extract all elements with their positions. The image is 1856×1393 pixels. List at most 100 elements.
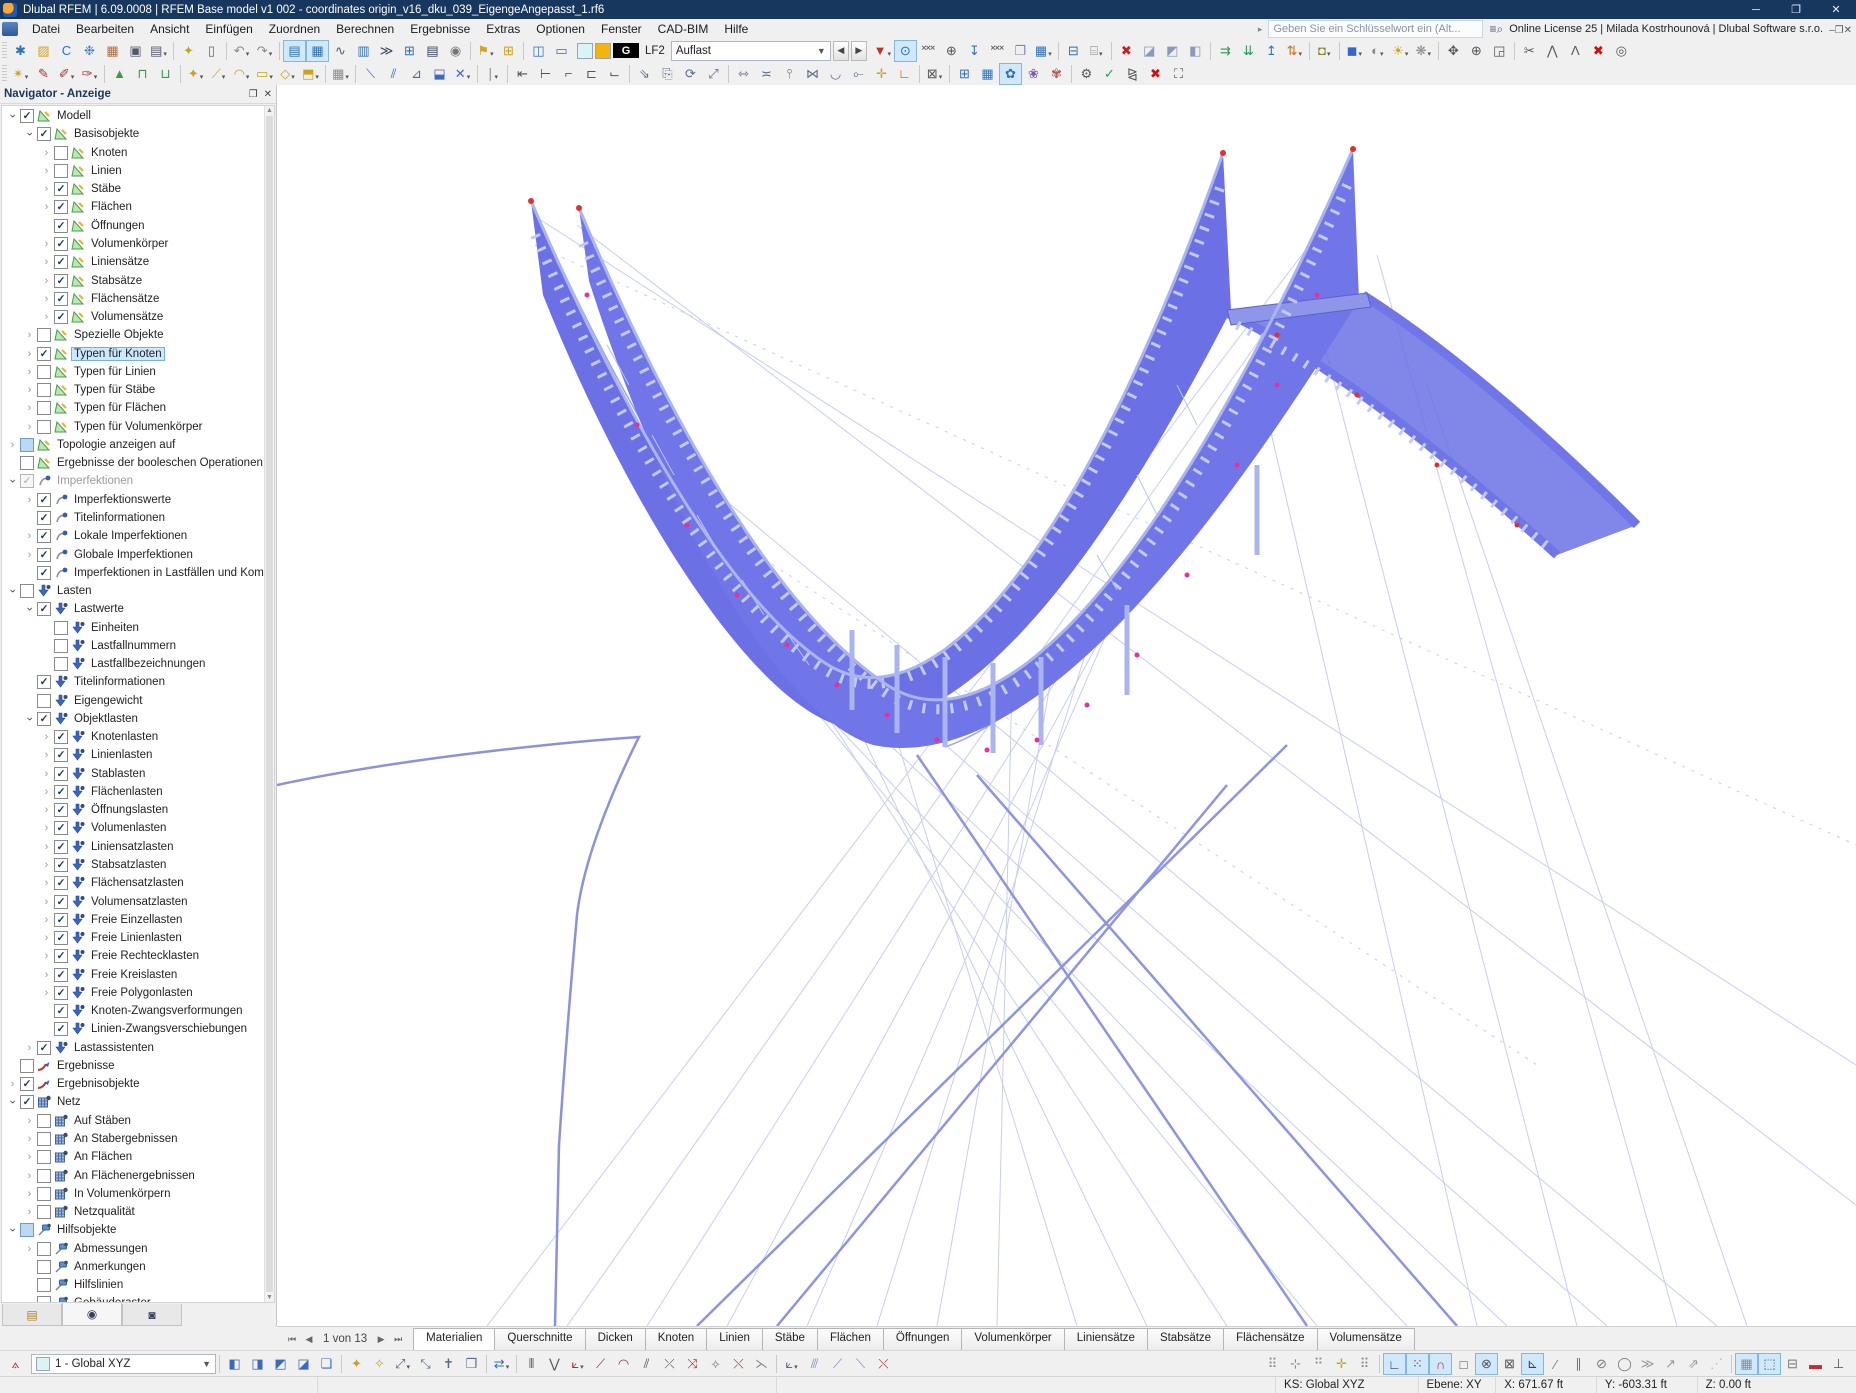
visibility-checkbox[interactable]	[54, 803, 68, 818]
arrow3-snap-icon[interactable]: ⇗	[1682, 1353, 1705, 1375]
scroll-down-icon[interactable]: ▼	[265, 1293, 274, 1302]
grid-pts-icon[interactable]: ⠿	[1353, 1353, 1376, 1375]
expand-icon[interactable]: ›	[6, 1079, 19, 1090]
tree-item-imperfektionswerte[interactable]: › Imperfektionswerte	[2, 491, 265, 509]
menu-berechnen[interactable]: Berechnen	[328, 20, 402, 38]
tree-item-lastfallnummern[interactable]: Lastfallnummern	[2, 637, 265, 655]
visibility-checkbox[interactable]	[37, 1040, 51, 1055]
line-icon[interactable]: ⟋	[589, 1353, 612, 1375]
visibility-checkbox[interactable]	[54, 620, 68, 635]
frame3-icon[interactable]: ⌙	[603, 63, 626, 85]
select-node-icon[interactable]: ✴ ▾	[9, 63, 32, 85]
tree-item-liniensatzlasten[interactable]: › Liniensatzlasten	[2, 838, 265, 856]
spray-icon[interactable]: ❋ ▾	[1412, 40, 1435, 62]
tree-item-typen-für-knoten[interactable]: › Typen für Knoten	[2, 344, 265, 362]
tree-item-lastfallbezeichnungen[interactable]: Lastfallbezeichnungen	[2, 655, 265, 673]
prev-page-icon[interactable]: ◀	[302, 1334, 316, 1345]
connect-icon[interactable]: ≍	[755, 63, 778, 85]
tree-item-lasten[interactable]: › Lasten	[2, 582, 265, 600]
filter-loads-icon[interactable]: ▼ ▾	[871, 40, 894, 62]
loadcase-combobox[interactable]: Auflast ▼	[670, 40, 831, 61]
snap-points-icon[interactable]: ⁙	[1406, 1353, 1429, 1375]
mesh-refine-icon[interactable]: ✿	[999, 62, 1022, 85]
table-tab-linien[interactable]: Linien	[706, 1328, 763, 1350]
visibility-checkbox[interactable]	[54, 1004, 68, 1019]
console-window-icon[interactable]: ≫	[375, 40, 398, 62]
delete-results-icon[interactable]: ✖	[1115, 40, 1138, 62]
visibility-checkbox[interactable]	[54, 931, 68, 946]
expand-icon[interactable]: ›	[23, 531, 36, 542]
expand-icon[interactable]: ›	[23, 366, 36, 377]
tree-item-imperfektionen-in-lastfällen-und-kombina-[interactable]: Imperfektionen in Lastfällen und Kombina…	[2, 564, 274, 582]
save-icon[interactable]: ▣	[124, 40, 147, 62]
tree-item-knoten[interactable]: › Knoten	[2, 144, 265, 162]
tree-item-imperfektionen[interactable]: › Imperfektionen	[2, 472, 265, 490]
frame-icon[interactable]: ⌐	[557, 63, 580, 85]
expand-icon[interactable]: ›	[23, 348, 36, 359]
tree-item-linienlasten[interactable]: › Linienlasten	[2, 746, 265, 764]
grid-star-icon[interactable]: ⊹	[1284, 1353, 1307, 1375]
tree-item-stabsätze[interactable]: › Stabsätze	[2, 271, 265, 289]
visibility-checkbox[interactable]	[54, 894, 68, 909]
layers-icon[interactable]: ⊟	[1781, 1353, 1804, 1375]
support-surface-icon[interactable]: ⊔	[154, 63, 177, 85]
visibility-checkbox[interactable]	[37, 401, 51, 416]
member-set-icon[interactable]: ⫽	[382, 63, 405, 85]
solid-set-icon[interactable]: ⬓	[428, 63, 451, 85]
hatch-icon[interactable]: ⫻	[803, 1353, 826, 1375]
tree-item-freie-rechtecklasten[interactable]: › Freie Rechtecklasten	[2, 947, 265, 965]
navigator-tab-display[interactable]: ◉	[62, 1302, 122, 1326]
support-green-icon[interactable]: ▲	[108, 63, 131, 85]
visibility-checkbox[interactable]	[54, 638, 68, 653]
visibility-checkbox[interactable]	[37, 529, 51, 544]
diagram-icon[interactable]: ∿	[329, 40, 352, 62]
expand-icon[interactable]: ›	[40, 238, 53, 249]
visibility-checkbox[interactable]	[20, 1095, 34, 1110]
panel-add-icon[interactable]: ⊟	[1062, 40, 1085, 62]
center-snap-icon[interactable]: ⊗	[1475, 1353, 1498, 1375]
visibility-checkbox[interactable]	[37, 419, 51, 434]
axis-y-icon[interactable]: ⇉	[1214, 40, 1237, 62]
tree-item-öffnungen[interactable]: Öffnungen	[2, 217, 265, 235]
grid-small-icon[interactable]: ⊞	[953, 63, 976, 85]
tree-item-stabsatzlasten[interactable]: › Stabsatzlasten	[2, 856, 265, 874]
table-cube-icon[interactable]: ▦ ▾	[1032, 40, 1055, 62]
expand-icon[interactable]: ›	[23, 1170, 36, 1181]
align-icon[interactable]: ⇿	[732, 63, 755, 85]
result-table-icon[interactable]: ▥	[352, 40, 375, 62]
tree-item-typen-für-volumenkörper[interactable]: › Typen für Volumenkörper	[2, 418, 265, 436]
tree-item-lastassistenten[interactable]: › Lastassistenten	[2, 1039, 265, 1057]
expand-icon[interactable]: ›	[40, 147, 53, 158]
table-tab-stäbe[interactable]: Stäbe	[761, 1328, 818, 1350]
angle-line-icon[interactable]: ⟀ ▾	[566, 1353, 589, 1375]
visibility-checkbox[interactable]	[20, 1223, 34, 1238]
visibility-checkbox[interactable]	[54, 145, 68, 160]
tree-item-volumensatzlasten[interactable]: › Volumensatzlasten	[2, 892, 265, 910]
ortho-icon[interactable]: ∟	[893, 63, 916, 85]
show-tables-icon[interactable]: ▤	[283, 39, 306, 62]
plumb-icon[interactable]: ⊥	[1827, 1353, 1850, 1375]
solid-values-icon[interactable]: ❐	[1009, 40, 1032, 62]
tree-item-volumenkörper[interactable]: › Volumenkörper	[2, 235, 265, 253]
visibility-checkbox[interactable]	[37, 364, 51, 379]
visibility-checkbox[interactable]	[54, 291, 68, 306]
red-line-icon[interactable]: ▬	[1804, 1353, 1827, 1375]
visibility-checkbox[interactable]	[37, 1150, 51, 1165]
expand-icon[interactable]: ›	[40, 293, 53, 304]
visibility-checkbox[interactable]	[37, 711, 51, 726]
visibility-checkbox[interactable]	[37, 1241, 51, 1256]
scrollbar-thumb[interactable]	[266, 116, 273, 1292]
dim-icon[interactable]: ⇤	[511, 63, 534, 85]
render-solid-icon[interactable]: ◼ ▾	[1343, 40, 1366, 62]
tree-item-freie-kreislasten[interactable]: › Freie Kreislasten	[2, 965, 265, 983]
redo-icon[interactable]: ↷ ▾	[253, 40, 276, 62]
work-plane-icon[interactable]: ⬚	[1758, 1353, 1781, 1375]
member-blue2-icon[interactable]: ⟍	[849, 1353, 872, 1375]
tree-item-linien-zwangsverschiebungen[interactable]: Linien-Zwangsverschiebungen	[2, 1020, 265, 1038]
new-arc-icon[interactable]: ◠ ▾	[230, 63, 253, 85]
menu-einfgen[interactable]: Einfügen	[197, 20, 260, 38]
visibility-checkbox[interactable]	[54, 200, 68, 215]
maximize-button[interactable]: ❐	[1776, 0, 1816, 19]
expand-icon[interactable]: ›	[23, 549, 36, 560]
expand-icon[interactable]: ›	[40, 933, 53, 944]
